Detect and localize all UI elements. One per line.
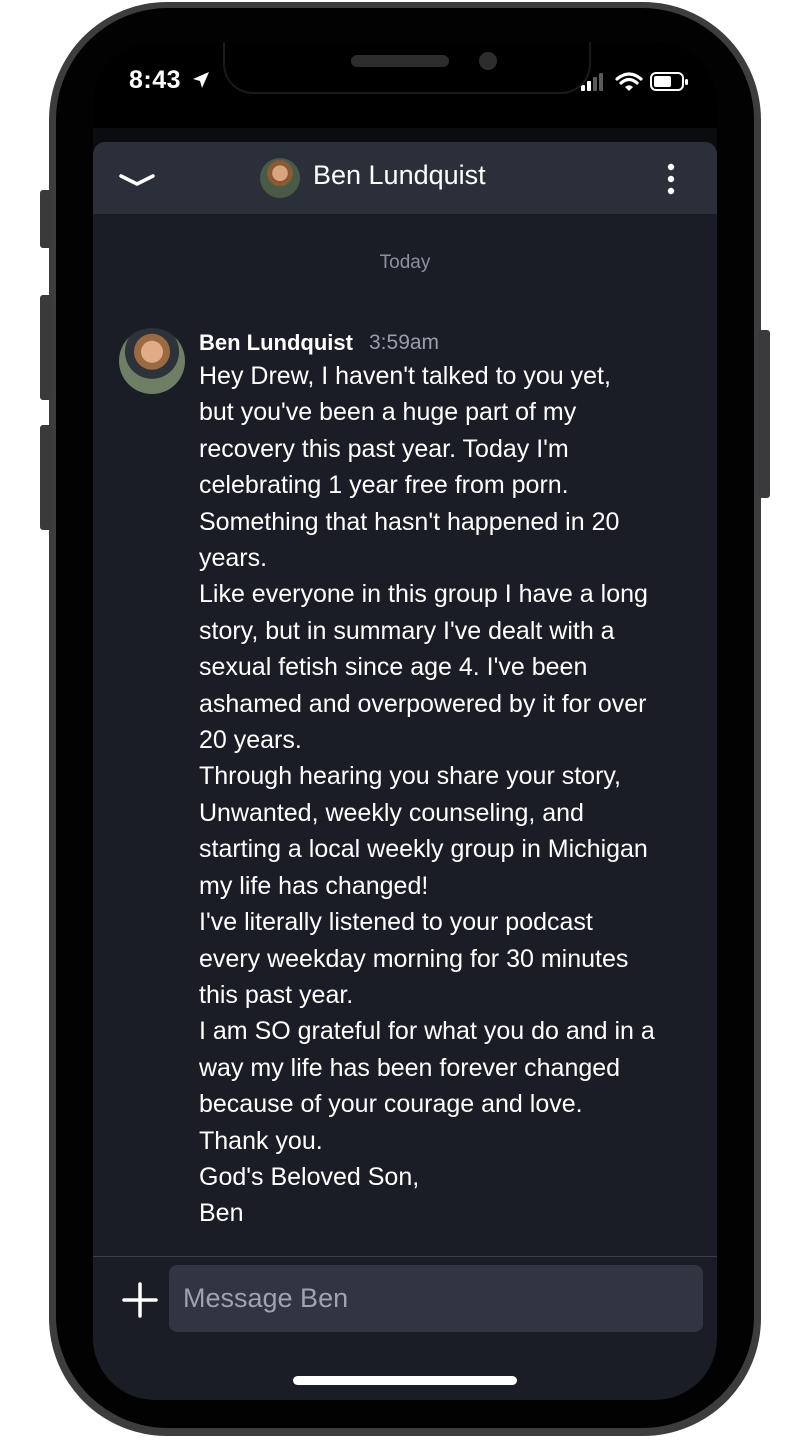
- battery-icon: [650, 72, 688, 91]
- message-line: but you've been a huge part of my: [199, 398, 577, 427]
- home-indicator[interactable]: [293, 1376, 517, 1385]
- status-icons: [581, 72, 688, 91]
- message-line: Thank you.: [199, 1126, 323, 1155]
- message-line: years.: [199, 544, 268, 573]
- wifi-icon: [615, 72, 643, 91]
- message-line: this past year.: [199, 980, 354, 1009]
- message-sender[interactable]: Ben Lundquist: [199, 330, 353, 356]
- phone-screen: 8:43 Ben Lundquist Today Ben Lundquist 3…: [93, 42, 717, 1400]
- chat-header: Ben Lundquist: [93, 142, 717, 214]
- message-line: I am SO grateful for what you do and in …: [199, 1017, 655, 1046]
- message-line: Hey Drew, I haven't talked to you yet,: [199, 362, 611, 390]
- chevron-down-icon: [119, 174, 155, 186]
- status-time: 8:43: [129, 66, 182, 94]
- front-camera: [479, 52, 497, 70]
- message-line: story, but in summary I've dealt with a: [199, 616, 615, 645]
- message-line: my life has changed!: [199, 871, 429, 900]
- collapse-button[interactable]: [115, 164, 159, 194]
- message-line: Something that hasn't happened in 20: [199, 507, 620, 536]
- contact-avatar[interactable]: [260, 158, 300, 198]
- location-arrow-icon: [193, 72, 209, 88]
- message-line: way my life has been forever changed: [199, 1053, 621, 1082]
- add-attachment-button[interactable]: [121, 1281, 159, 1319]
- notch: [223, 42, 591, 94]
- message-line: starting a local weekly group in Michiga…: [199, 835, 648, 864]
- message-line: God's Beloved Son,: [199, 1162, 420, 1191]
- silent-switch: [40, 190, 52, 248]
- message-line: because of your courage and love.: [199, 1090, 583, 1119]
- message-line: Like everyone in this group I have a lon…: [199, 580, 648, 609]
- message-input[interactable]: [169, 1265, 703, 1332]
- date-separator: Today: [379, 252, 431, 273]
- contact-name[interactable]: Ben Lundquist: [313, 160, 486, 191]
- message-line: Through hearing you share your story,: [199, 762, 621, 791]
- power-button: [758, 330, 770, 498]
- message-line: ashamed and overpowered by it for over: [199, 689, 647, 718]
- more-vertical-icon: [667, 163, 675, 195]
- message-line: sexual fetish since age 4. I've been: [199, 653, 588, 682]
- message-body: Hey Drew, I haven't talked to you yet, b…: [199, 358, 699, 1232]
- more-options-button[interactable]: [659, 162, 683, 196]
- composer-divider: [93, 1256, 717, 1257]
- message-line: every weekday morning for 30 minutes: [199, 944, 629, 973]
- sender-avatar[interactable]: [119, 328, 185, 394]
- message-line: 20 years.: [199, 726, 302, 755]
- message-line: I've literally listened to your podcast: [199, 908, 593, 937]
- volume-down-button: [40, 425, 52, 530]
- message-timestamp: 3:59am: [369, 331, 440, 354]
- message-line: Ben: [199, 1199, 244, 1228]
- volume-up-button: [40, 295, 52, 400]
- message-line: celebrating 1 year free from porn.: [199, 471, 569, 500]
- plus-icon: [122, 1282, 158, 1318]
- chat-sheet: Ben Lundquist Today Ben Lundquist 3:59am…: [93, 142, 717, 1400]
- message-line: recovery this past year. Today I'm: [199, 434, 569, 463]
- message-line: Unwanted, weekly counseling, and: [199, 798, 584, 827]
- earpiece-speaker: [351, 55, 449, 67]
